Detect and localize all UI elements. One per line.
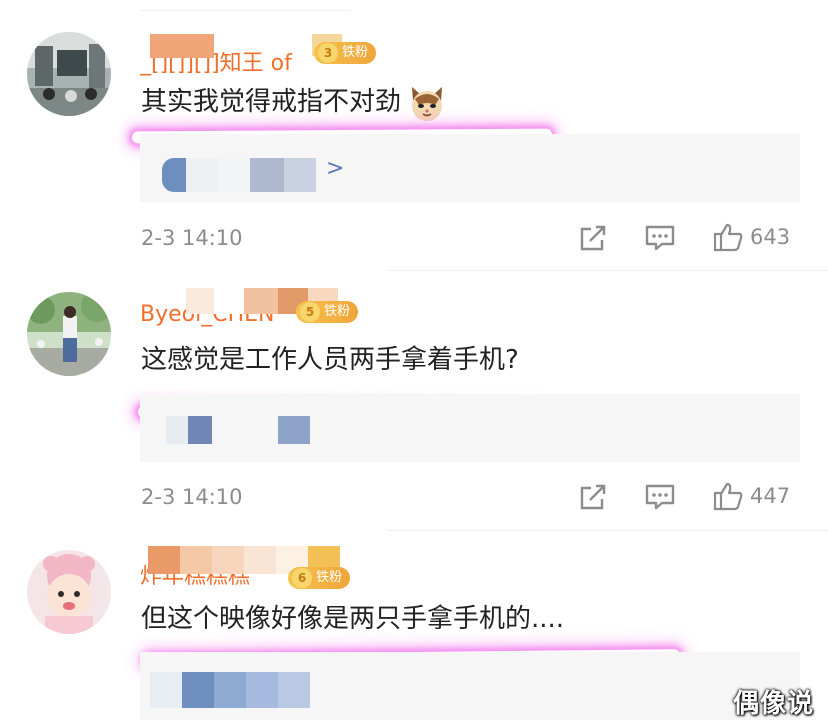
fan-level-icon: 3	[318, 43, 338, 63]
avatar[interactable]	[27, 292, 111, 376]
avatar[interactable]	[27, 550, 111, 634]
divider	[388, 270, 828, 271]
avatar[interactable]	[27, 32, 111, 116]
avatar-image	[27, 292, 111, 376]
comment-time: 2-3 14:10	[141, 226, 243, 250]
reply-mosaic	[150, 672, 310, 708]
share-icon	[580, 484, 606, 510]
username-mosaic	[150, 34, 214, 58]
avatar-image	[27, 32, 111, 116]
avatar-image	[27, 550, 111, 634]
comment-text: 其实我觉得戒指不对劲	[141, 82, 447, 123]
reply-mosaic	[166, 416, 310, 444]
share-button[interactable]	[578, 224, 608, 252]
reply-button[interactable]	[644, 483, 676, 511]
cat-face-icon	[412, 86, 443, 121]
fan-badge: 3 铁粉	[314, 42, 377, 64]
comment-item: _[][]][]]知王 of 3 铁粉 其实我觉得戒指不对劲 > 2-3 14:…	[0, 0, 828, 272]
reply-preview[interactable]	[140, 652, 800, 720]
comment-text: 但这个映像好像是两只手拿手机的....	[141, 604, 565, 634]
like-count: 643	[750, 225, 791, 249]
fan-level-icon: 6	[292, 568, 312, 588]
fan-badge: 6 铁粉	[288, 567, 351, 589]
thumbs-up-icon	[713, 223, 743, 252]
thumbs-up-icon	[713, 482, 743, 511]
fan-badge-label: 铁粉	[324, 304, 351, 319]
reply-arrow-icon: >	[326, 156, 345, 181]
reply-mosaic	[162, 158, 316, 192]
reply-preview[interactable]	[140, 394, 800, 462]
comment-text-body: 其实我觉得戒指不对劲	[141, 87, 402, 117]
comment-item: 炸年糕糕糕 6 铁粉 但这个映像好像是两只手拿手机的....	[0, 532, 828, 728]
like-button[interactable]: 447	[712, 481, 790, 511]
comment-time: 2-3 14:10	[141, 485, 243, 509]
reply-preview[interactable]: >	[140, 134, 800, 202]
fan-badge: 5 铁粉	[296, 301, 359, 323]
comment-icon	[645, 225, 675, 251]
fan-badge-label: 铁粉	[342, 45, 369, 60]
comment-text: 这感觉是工作人员两手拿着手机?	[141, 345, 519, 375]
fan-badge-label: 铁粉	[316, 570, 343, 585]
like-button[interactable]: 643	[712, 222, 790, 252]
divider	[388, 530, 828, 531]
fan-level-icon: 5	[300, 302, 320, 322]
comment-icon	[645, 484, 675, 510]
comment-item: Byeol_CHEN 5 铁粉 这感觉是工作人员两手拿着手机? 2-3 14:1…	[0, 272, 828, 532]
share-button[interactable]	[578, 483, 608, 511]
share-icon	[580, 225, 606, 251]
like-count: 447	[750, 484, 791, 508]
watermark: 偶像说	[732, 689, 814, 719]
reply-button[interactable]	[644, 224, 676, 252]
